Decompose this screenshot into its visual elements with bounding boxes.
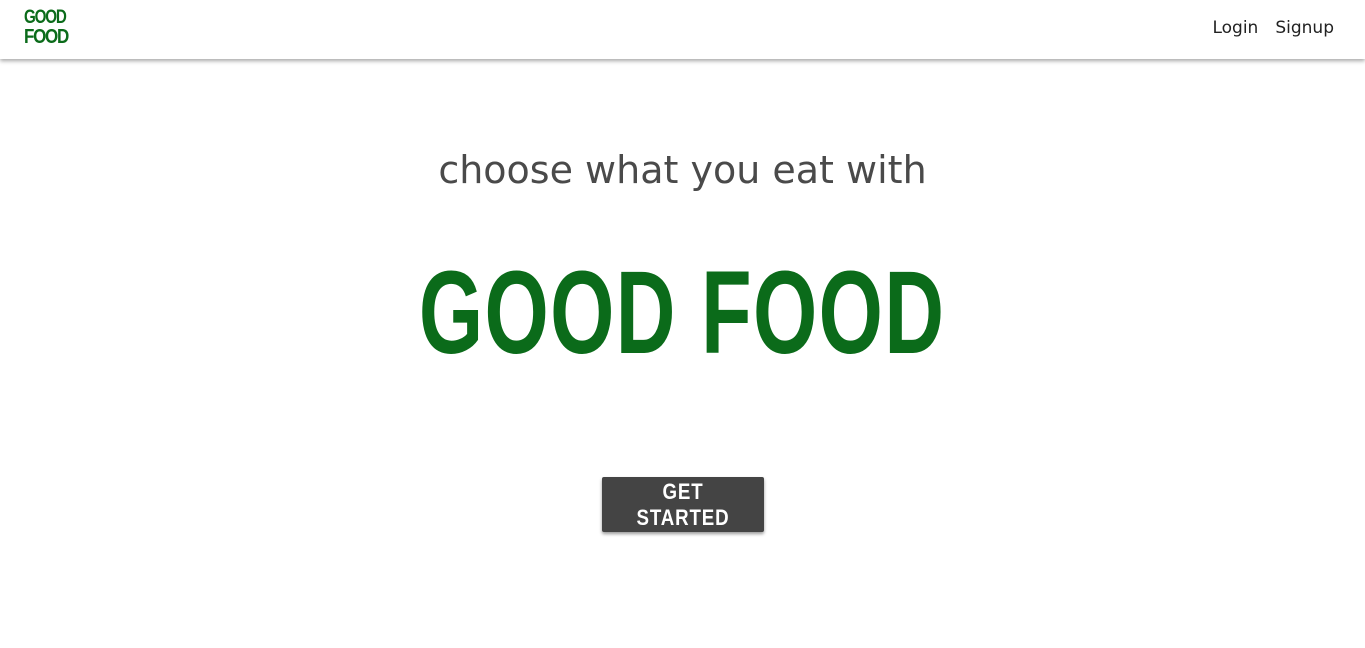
navbar: GOOD FOOD Login Signup [0,0,1365,59]
login-link[interactable]: Login [1212,18,1258,38]
get-started-label: GET STARTED [636,478,730,530]
hero-subtitle: choose what you eat with [438,148,927,192]
hero-title: GOOD FOOD [0,254,1365,372]
signup-link[interactable]: Signup [1275,18,1334,38]
hero-title-text: GOOD FOOD [419,247,946,379]
get-started-button[interactable]: GET STARTED [602,477,764,532]
logo-line-2: FOOD [24,26,69,48]
logo-line-1: GOOD [24,7,67,28]
logo[interactable]: GOOD FOOD [24,8,76,50]
nav-links: Login Signup [1212,18,1334,38]
